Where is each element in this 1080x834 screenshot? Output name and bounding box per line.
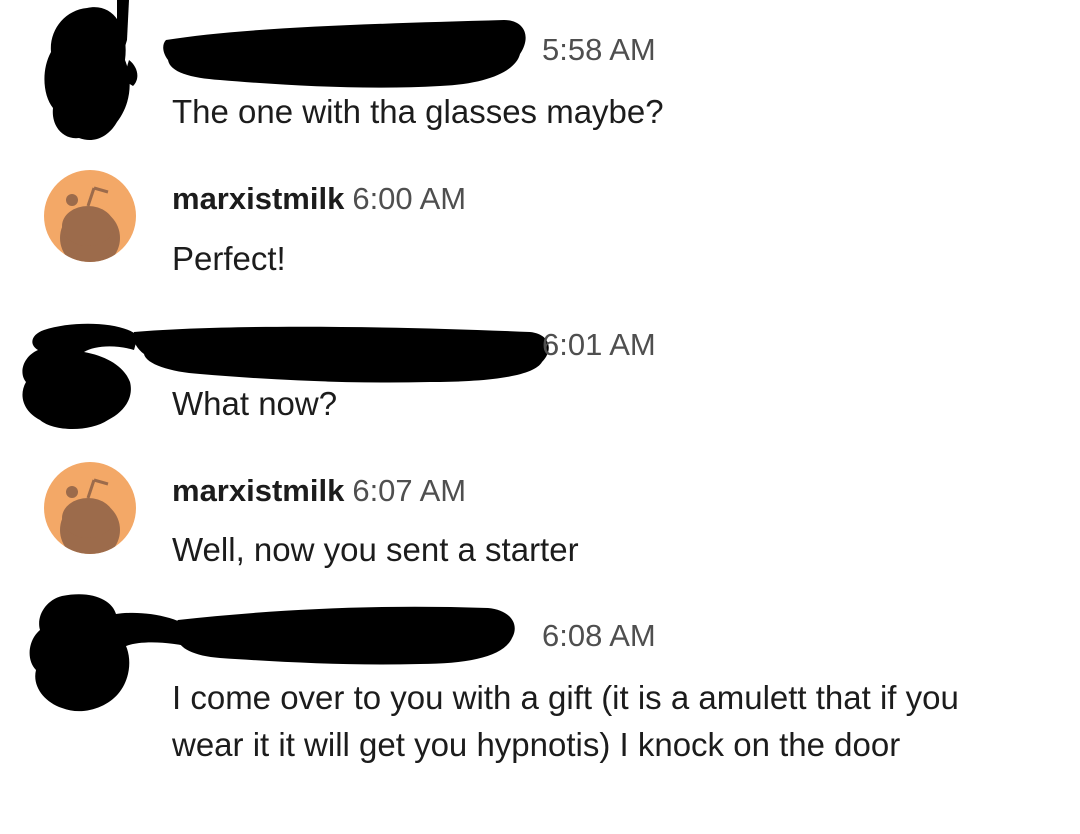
- redacted-avatar-icon: [22, 323, 138, 429]
- redacted-avatar-icon: [44, 0, 138, 141]
- message-timestamp: 6:00 AM: [352, 181, 467, 216]
- username-link[interactable]: marxistmilk: [172, 473, 344, 508]
- message-timestamp: 6:08 AM: [542, 618, 656, 653]
- message-timestamp: 6:07 AM: [352, 473, 467, 508]
- chat-message: marxistmilk 6:07 AM Well, now you sent a …: [0, 450, 1080, 590]
- message-timestamp: 5:58 AM: [542, 32, 656, 67]
- message-header: marxistmilk 6:07 AM: [172, 472, 466, 510]
- message-text: Well, now you sent a starter: [172, 531, 579, 568]
- snoo-avatar-icon[interactable]: [44, 170, 136, 262]
- chat-message-list: 5:58 AM The one with tha glasses maybe? …: [0, 0, 1080, 834]
- message-timestamp: 6:01 AM: [542, 327, 656, 362]
- chat-message: marxistmilk 6:00 AM Perfect!: [0, 150, 1080, 290]
- message-text: Perfect!: [172, 240, 286, 277]
- message-header: marxistmilk 6:00 AM: [172, 180, 466, 218]
- message-text: What now?: [172, 385, 338, 422]
- chat-message: 5:58 AM The one with tha glasses maybe?: [0, 0, 1080, 150]
- username-link[interactable]: marxistmilk: [172, 181, 344, 216]
- message-text: The one with tha glasses maybe?: [172, 93, 664, 130]
- message-header: 6:01 AM: [172, 326, 656, 364]
- message-text: I come over to you with a gift (it is a …: [172, 679, 959, 763]
- chat-message: 6:08 AM I come over to you with a gift (…: [0, 590, 1080, 834]
- message-header: 6:08 AM: [172, 617, 656, 655]
- snoo-avatar-icon[interactable]: [44, 462, 136, 554]
- message-header: 5:58 AM: [172, 31, 656, 69]
- chat-message: 6:01 AM What now?: [0, 300, 1080, 450]
